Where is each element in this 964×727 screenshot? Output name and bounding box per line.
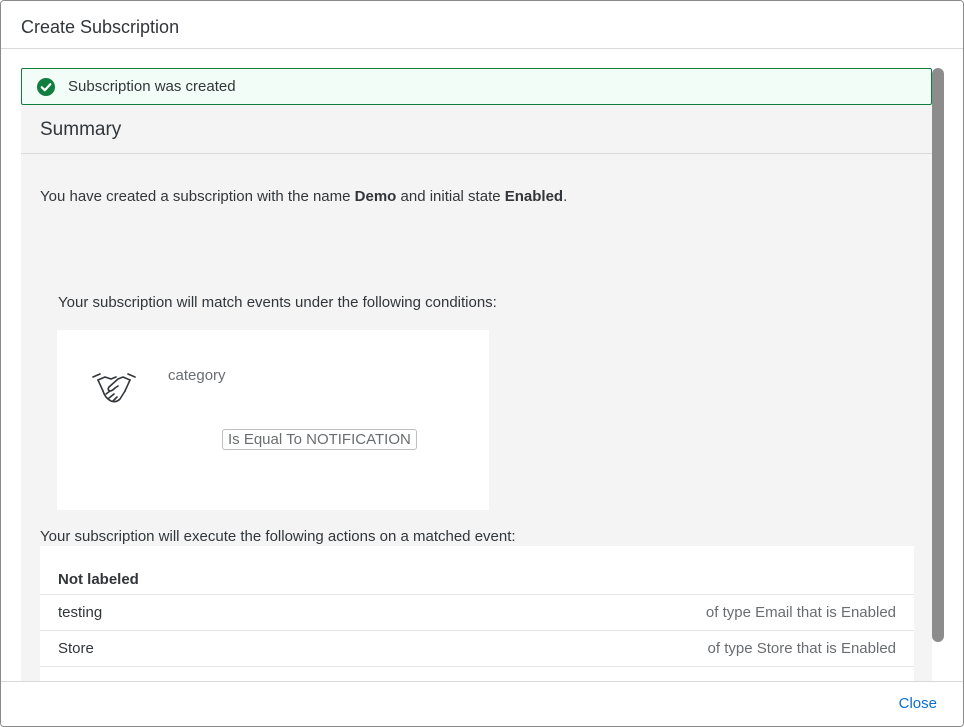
summary-middle: and initial state bbox=[396, 188, 505, 205]
action-name: Store bbox=[58, 640, 94, 657]
dialog-footer: Close bbox=[1, 681, 963, 726]
summary-panel: Summary You have created a subscription … bbox=[21, 105, 932, 681]
handshake-icon bbox=[92, 373, 136, 403]
condition-field: category bbox=[168, 367, 226, 384]
vertical-scrollbar[interactable] bbox=[932, 68, 944, 642]
create-subscription-dialog: Create Subscription Subscription was cre… bbox=[0, 0, 964, 727]
subscription-name: Demo bbox=[354, 188, 397, 205]
summary-description: You have created a subscription with the… bbox=[40, 188, 567, 205]
success-message-text: Subscription was created bbox=[68, 78, 236, 95]
action-row[interactable]: Store of type Store that is Enabled bbox=[40, 631, 914, 667]
success-message-strip: Subscription was created bbox=[21, 68, 932, 105]
action-row[interactable]: testing of type Email that is Enabled bbox=[40, 595, 914, 631]
actions-group-header: Not labeled bbox=[40, 546, 914, 595]
summary-title: Summary bbox=[40, 119, 122, 140]
dialog-title: Create Subscription bbox=[21, 17, 180, 37]
dialog-header: Create Subscription bbox=[1, 1, 963, 49]
action-name: testing bbox=[58, 604, 103, 621]
summary-header: Summary bbox=[21, 105, 932, 154]
close-button[interactable]: Close bbox=[899, 695, 937, 712]
condition-card: category Is Equal To NOTIFICATION bbox=[57, 330, 489, 510]
actions-list: Not labeled testing of type Email that i… bbox=[40, 546, 914, 681]
action-description: of type Email that is Enabled bbox=[705, 604, 896, 621]
condition-operator-token: Is Equal To NOTIFICATION bbox=[222, 429, 417, 450]
actions-intro: Your subscription will execute the follo… bbox=[40, 528, 516, 545]
summary-suffix: . bbox=[563, 188, 568, 205]
subscription-state: Enabled bbox=[504, 188, 564, 205]
summary-prefix: You have created a subscription with the… bbox=[40, 188, 355, 205]
dialog-content[interactable]: Subscription was created Summary You hav… bbox=[1, 50, 963, 681]
group-label: Not labeled bbox=[58, 571, 139, 588]
success-check-icon bbox=[37, 78, 55, 96]
conditions-intro: Your subscription will match events unde… bbox=[58, 294, 497, 311]
action-description: of type Store that is Enabled bbox=[707, 640, 896, 657]
